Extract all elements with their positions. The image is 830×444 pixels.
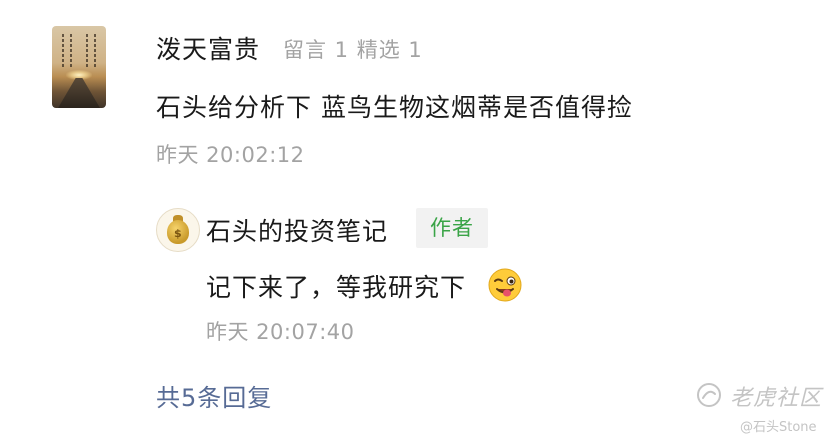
watermark-brand: 老虎社区 bbox=[730, 386, 823, 411]
tiger-community-logo bbox=[697, 383, 721, 407]
watermark-handle: @石头Stone bbox=[740, 420, 817, 435]
more-replies-link[interactable]: 共5条回复 bbox=[156, 378, 272, 413]
commenter-avatar[interactable] bbox=[52, 26, 106, 108]
comment-text: 石头给分析下 蓝鸟生物这烟蒂是否值得捡 bbox=[156, 93, 633, 122]
reply-timestamp: 昨天 20:07:40 bbox=[206, 320, 355, 344]
reply-author-name[interactable]: 石头的投资笔记 bbox=[206, 212, 388, 248]
reply-text: 记下来了，等我研究下 bbox=[206, 273, 467, 302]
commenter-stats: 留言 1 精选 1 bbox=[283, 38, 423, 62]
avatar-calligraphy bbox=[86, 34, 88, 68]
commenter-name[interactable]: 泼天富贵 bbox=[156, 30, 260, 66]
author-badge: 作者 bbox=[416, 208, 488, 248]
reply-author-avatar[interactable]: $ bbox=[156, 208, 200, 252]
avatar-calligraphy bbox=[70, 34, 72, 68]
winking-face-tongue-emoji bbox=[488, 268, 522, 302]
dollar-sign-icon: $ bbox=[174, 227, 182, 240]
avatar-calligraphy bbox=[62, 34, 64, 68]
comment-timestamp: 昨天 20:02:12 bbox=[156, 143, 305, 167]
avatar-calligraphy bbox=[94, 34, 96, 68]
